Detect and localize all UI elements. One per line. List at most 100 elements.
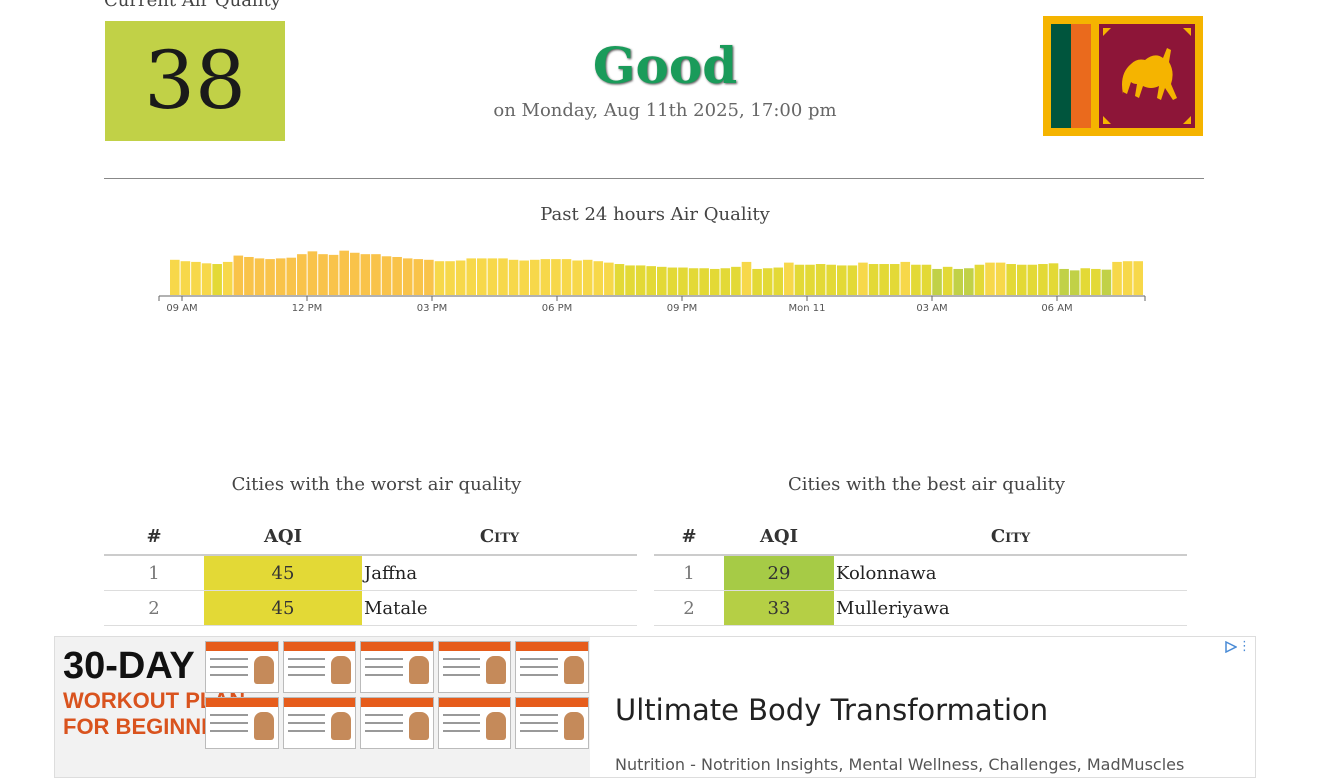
chart-bar[interactable] xyxy=(678,267,688,295)
chart-bar[interactable] xyxy=(942,266,953,295)
chart-bar[interactable] xyxy=(847,265,858,295)
chart-bar[interactable] xyxy=(254,258,265,295)
ad-image[interactable]: 30-DAY WORKOUT PLAN FOR BEGINNERS xyxy=(55,637,590,777)
chart-bar[interactable] xyxy=(1038,264,1048,295)
chart-bar[interactable] xyxy=(529,259,540,295)
chart-bar[interactable] xyxy=(297,254,307,295)
chart-bar[interactable] xyxy=(1122,261,1133,295)
ad-choices-icon[interactable] xyxy=(1225,641,1237,653)
chart-bar[interactable] xyxy=(879,264,889,295)
chart-bar[interactable] xyxy=(222,261,233,295)
chart-bar[interactable] xyxy=(275,258,286,295)
chart-bar[interactable] xyxy=(1091,268,1101,295)
city-link[interactable]: Jaffna xyxy=(362,555,637,591)
chart-bar[interactable] xyxy=(180,261,191,295)
chart-bar[interactable] xyxy=(699,268,709,295)
chart-bar[interactable] xyxy=(170,259,180,295)
chart-bar[interactable] xyxy=(805,264,815,295)
chart-bar[interactable] xyxy=(508,259,519,295)
chart-bar[interactable] xyxy=(868,264,879,295)
chart-bar[interactable] xyxy=(519,260,529,296)
chart-bar[interactable] xyxy=(487,258,498,295)
chart-bar[interactable] xyxy=(974,264,985,295)
chart-bar[interactable] xyxy=(1059,268,1069,295)
chart-bar[interactable] xyxy=(434,261,445,295)
chart-bar[interactable] xyxy=(582,259,593,295)
chart-bar[interactable] xyxy=(413,259,424,295)
chart-bar[interactable] xyxy=(995,262,1006,295)
chart-bar[interactable] xyxy=(815,264,826,295)
chart-bar[interactable] xyxy=(911,264,921,295)
chart-bar[interactable] xyxy=(667,267,678,295)
chart-bar[interactable] xyxy=(424,259,434,295)
chart-bar[interactable] xyxy=(709,268,720,295)
chart-bar[interactable] xyxy=(646,266,656,295)
chart-bar[interactable] xyxy=(540,259,551,295)
chart-bar[interactable] xyxy=(455,260,466,296)
chart-bar[interactable] xyxy=(826,264,836,295)
chart-bar[interactable] xyxy=(773,267,784,295)
chart-bar[interactable] xyxy=(1027,264,1038,295)
city-link[interactable]: Matale xyxy=(362,590,637,626)
ad-headline[interactable]: Ultimate Body Transformation xyxy=(615,693,1048,727)
advertisement-banner[interactable]: 30-DAY WORKOUT PLAN FOR BEGINNERS Ultima… xyxy=(54,636,1256,778)
chart-bar[interactable] xyxy=(900,261,911,295)
chart-bar[interactable] xyxy=(1006,264,1016,295)
chart-bar[interactable] xyxy=(1016,264,1027,295)
chart-bar[interactable] xyxy=(572,260,582,296)
chart-bar[interactable] xyxy=(551,259,561,295)
chart-bar[interactable] xyxy=(794,264,805,295)
chart-bar[interactable] xyxy=(445,261,455,295)
chart-bar[interactable] xyxy=(985,262,995,295)
chart-bar[interactable] xyxy=(1080,268,1091,295)
chart-bar[interactable] xyxy=(1133,261,1143,295)
city-link[interactable]: Mulleriyawa xyxy=(834,590,1187,626)
chart-bar[interactable] xyxy=(1112,261,1122,295)
chart-bar[interactable] xyxy=(191,261,201,295)
table-row[interactable]: 1 29 Kolonnawa xyxy=(654,555,1187,591)
chart-bar[interactable] xyxy=(604,262,614,295)
chart-bar[interactable] xyxy=(741,261,752,295)
chart-bar[interactable] xyxy=(889,264,900,295)
chart-bar[interactable] xyxy=(244,256,254,295)
chart-bar[interactable] xyxy=(1101,269,1112,295)
chart-bar[interactable] xyxy=(339,250,349,295)
chart-bar[interactable] xyxy=(371,254,381,295)
ad-menu-icon[interactable]: ⋮ xyxy=(1238,639,1251,654)
chart-bar[interactable] xyxy=(762,268,773,295)
chart-bar[interactable] xyxy=(720,268,731,295)
chart-bar[interactable] xyxy=(921,264,932,295)
chart-bar[interactable] xyxy=(858,262,868,295)
chart-bar[interactable] xyxy=(307,251,318,295)
chart-bar[interactable] xyxy=(953,268,964,295)
chart-bar[interactable] xyxy=(964,268,974,295)
chart-bar[interactable] xyxy=(265,259,275,295)
chart-bar[interactable] xyxy=(381,256,392,295)
chart-bar[interactable] xyxy=(349,252,360,295)
table-row[interactable]: 2 45 Matale xyxy=(104,590,637,626)
chart-bar[interactable] xyxy=(212,264,222,295)
table-row[interactable]: 2 33 Mulleriyawa xyxy=(654,590,1187,626)
ad-subline[interactable]: Nutrition - Notrition Insights, Mental W… xyxy=(615,755,1184,774)
chart-bar[interactable] xyxy=(477,258,487,295)
chart-bar[interactable] xyxy=(657,266,667,295)
chart-bar[interactable] xyxy=(328,254,339,295)
chart-bar[interactable] xyxy=(392,256,402,295)
chart-bar[interactable] xyxy=(784,262,794,295)
city-link[interactable]: Kolonnawa xyxy=(834,555,1187,591)
chart-bar[interactable] xyxy=(498,258,508,295)
chart-bar[interactable] xyxy=(402,258,413,295)
aqi-history-chart[interactable]: 09 AM 12 PM 03 PM 06 PM 09 PM Mon 11 03 AM 06 A… xyxy=(150,225,1150,320)
chart-bar[interactable] xyxy=(688,268,699,295)
chart-bar[interactable] xyxy=(593,261,604,295)
chart-bar[interactable] xyxy=(1069,270,1080,295)
chart-bar[interactable] xyxy=(625,265,635,295)
chart-bar[interactable] xyxy=(614,264,625,295)
table-row[interactable]: 1 45 Jaffna xyxy=(104,555,637,591)
chart-bar[interactable] xyxy=(752,268,762,295)
chart-bar[interactable] xyxy=(201,263,212,295)
chart-bar[interactable] xyxy=(561,259,572,295)
chart-bar[interactable] xyxy=(466,258,477,295)
chart-bar[interactable] xyxy=(932,268,942,295)
chart-bar[interactable] xyxy=(1048,263,1059,295)
